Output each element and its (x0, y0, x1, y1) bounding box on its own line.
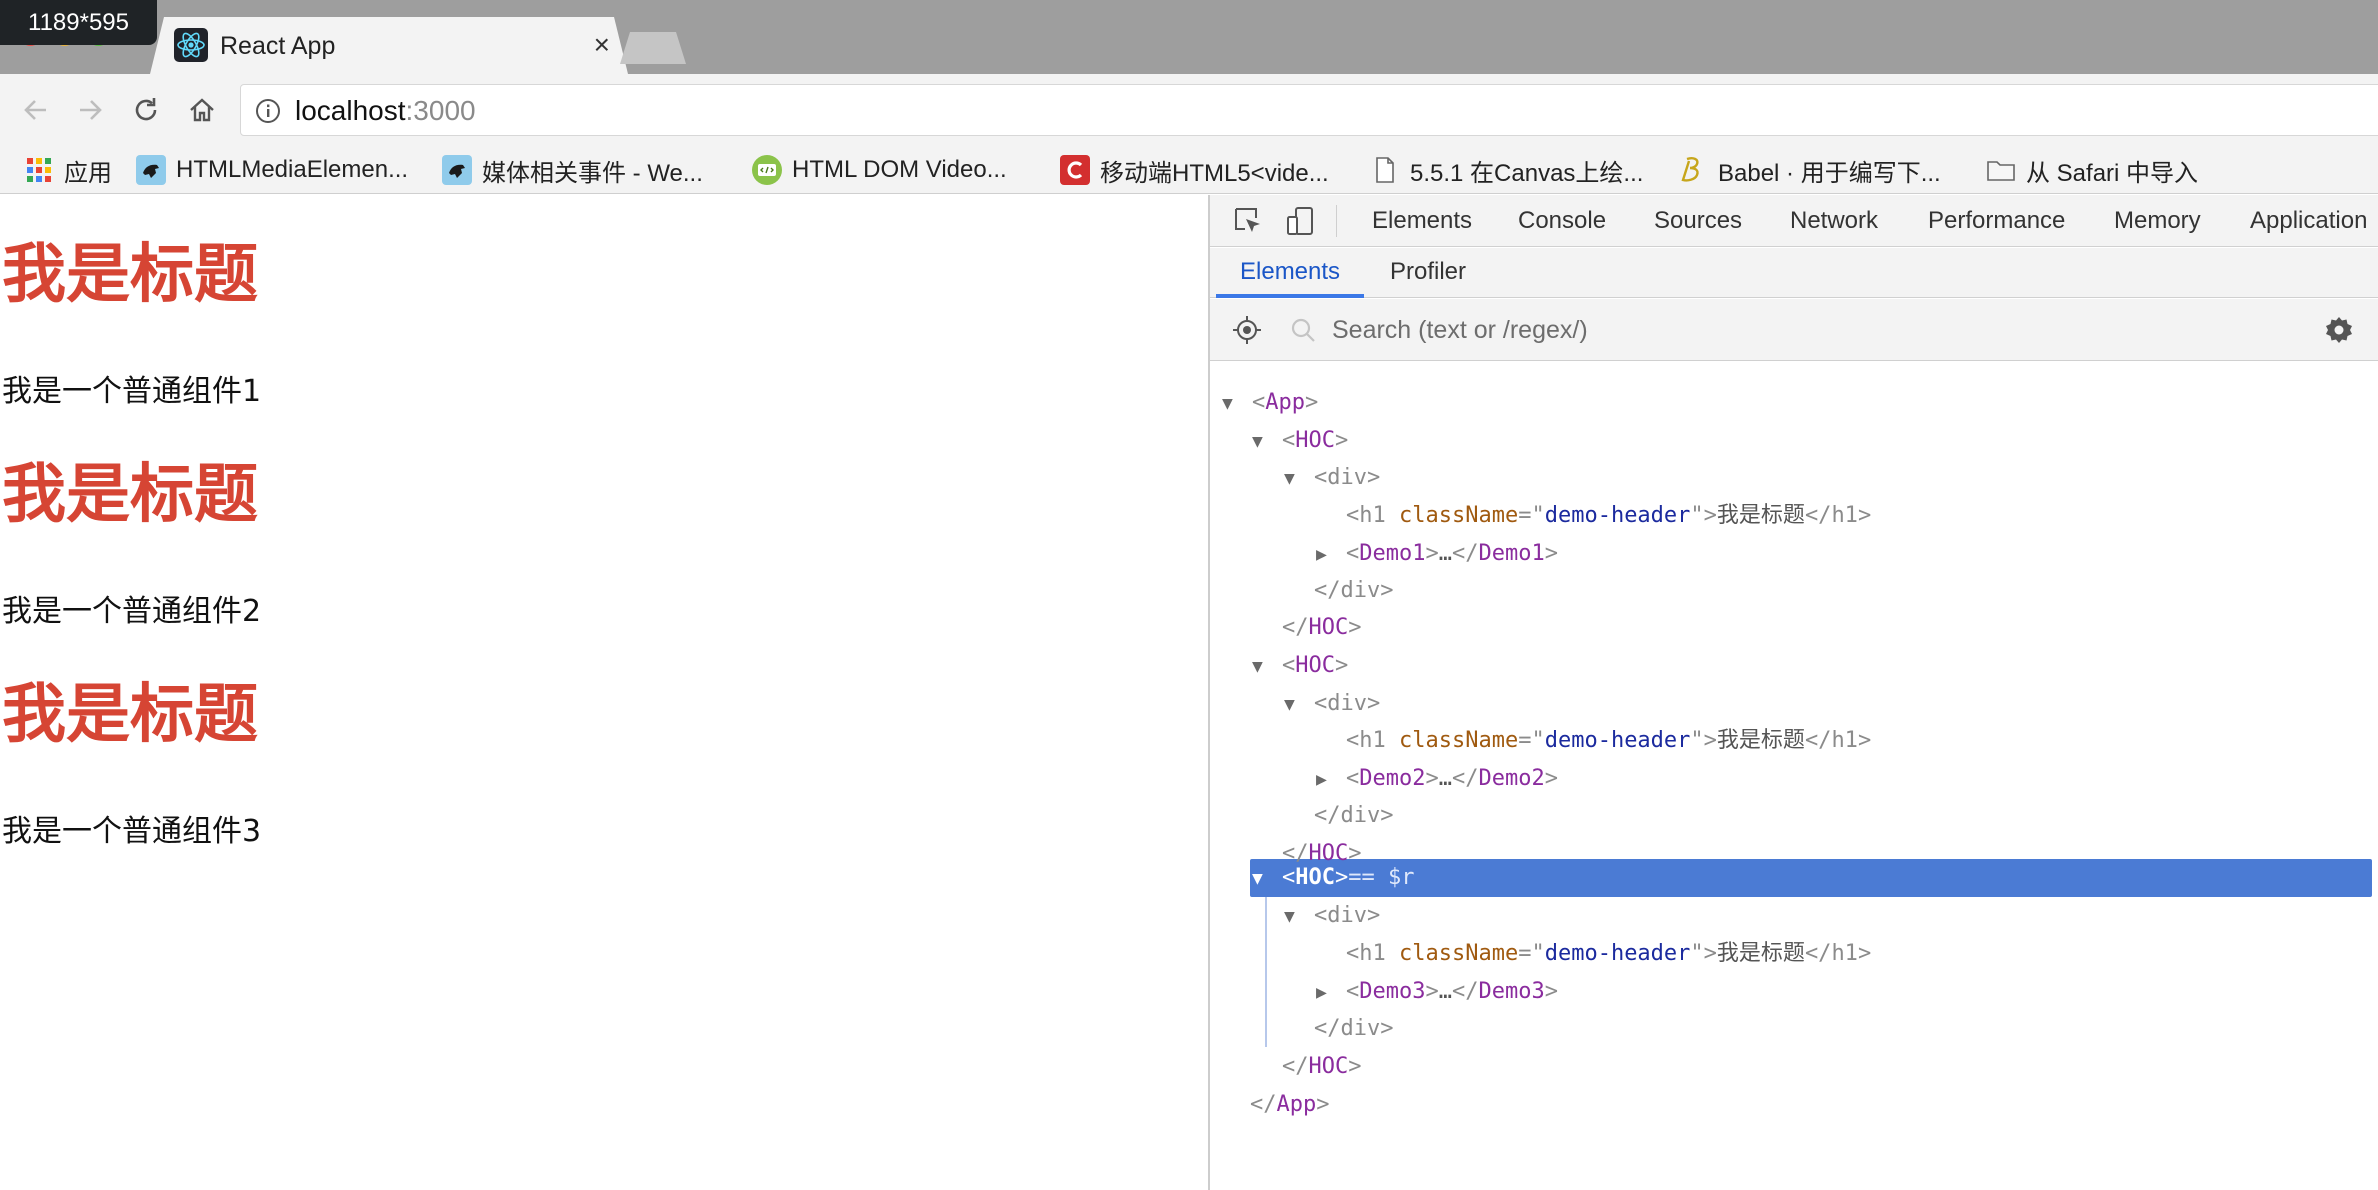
folder-icon (1986, 155, 2016, 185)
devtools-tab-network[interactable]: Network (1790, 195, 1878, 247)
devtools-tab-sources[interactable]: Sources (1654, 195, 1742, 247)
bookmark-apps[interactable]: 应用 (24, 150, 112, 190)
inspect-element-icon[interactable] (1232, 205, 1264, 237)
subtab-elements[interactable]: Elements (1216, 248, 1365, 298)
subtab-profiler[interactable]: Profiler (1390, 248, 1466, 298)
mdn-dino-icon (136, 155, 166, 185)
demo-header: 我是标题 (2, 238, 258, 312)
mdn-dino-icon (442, 155, 472, 185)
browser-toolbar: localhost:3000 (0, 74, 2378, 146)
devtools-tab-memory[interactable]: Memory (2114, 195, 2201, 247)
tree-node-demo1[interactable]: ▶ <Demo1>…</Demo1> (1316, 535, 1558, 573)
tree-node-div[interactable]: ▼ <div> (1284, 685, 1380, 723)
address-bar[interactable]: localhost:3000 (240, 84, 2378, 136)
react-devtools-subtabs: Elements Profiler (1210, 248, 2378, 298)
tree-node-hoc-close: </HOC> (1282, 615, 1362, 640)
w3schools-icon (752, 155, 782, 185)
csdn-c-icon (1060, 155, 1090, 185)
tree-node-div-close: </div> (1314, 803, 1394, 828)
babel-icon (1678, 155, 1708, 185)
bookmark-label: 媒体相关事件 - We... (482, 159, 703, 187)
bookmark-label: 从 Safari 中导入 (2026, 159, 2199, 187)
demo-header: 我是标题 (2, 678, 258, 752)
devtools-search-bar (1210, 299, 2378, 361)
tree-node-div-close: </div> (1314, 578, 1394, 603)
info-icon[interactable] (255, 98, 281, 124)
component-search-input[interactable] (1332, 311, 2212, 349)
locate-target-icon[interactable] (1232, 315, 1262, 345)
devtools-tab-bar: Elements Console Sources Network Perform… (1210, 195, 2378, 247)
url-host: localhost (295, 95, 406, 126)
apps-grid-icon (24, 155, 54, 185)
toolbar-divider (1336, 205, 1337, 237)
bookmark-folder-safari-import[interactable]: 从 Safari 中导入 (1986, 150, 2198, 190)
bookmark-html-dom-video[interactable]: HTML DOM Video... (752, 150, 1007, 190)
bookmark-label: Babel · 用于编写下... (1718, 159, 1941, 187)
tree-node-app-close: </App> (1250, 1092, 1330, 1117)
bookmark-babel[interactable]: Babel · 用于编写下... (1678, 150, 1941, 190)
tab-title: React App (220, 32, 336, 60)
bookmark-label: 移动端HTML5<vide... (1100, 159, 1329, 187)
devtools-tab-elements[interactable]: Elements (1372, 195, 1472, 247)
bookmark-media-events[interactable]: 媒体相关事件 - We... (442, 150, 703, 190)
tree-node-div[interactable]: ▼ <div> (1284, 459, 1380, 497)
bookmark-label: HTML DOM Video... (792, 156, 1007, 183)
back-arrow-icon[interactable] (16, 90, 56, 130)
devtools-panel: Elements Console Sources Network Perform… (1208, 195, 2378, 1190)
size-badge: 1189*595 (0, 0, 157, 45)
bookmarks-bar: 应用 HTMLMediaElemen... 媒体相关事件 - We... HTM… (0, 146, 2378, 194)
tree-node-hoc-close: </HOC> (1282, 1054, 1362, 1079)
tree-node-h1[interactable]: <h1 className="demo-header">我是标题</h1> (1346, 935, 1871, 973)
selected-row-highlight (1250, 859, 2372, 897)
selection-guide-line (1265, 897, 1267, 1047)
page-viewport: 我是标题 我是一个普通组件1 我是标题 我是一个普通组件2 我是标题 我是一个普… (0, 195, 1208, 1190)
reload-icon[interactable] (126, 90, 166, 130)
tree-node-hoc[interactable]: ▼ <HOC> (1252, 422, 1348, 460)
tab-react-app[interactable]: React App × (150, 17, 628, 74)
tree-node-hoc-selected[interactable]: ▼ <HOC>== $r (1252, 859, 1414, 897)
tree-node-app[interactable]: ▼ <App> (1222, 384, 1318, 422)
bookmark-label: HTMLMediaElemen... (176, 156, 409, 183)
tree-node-div-close: </div> (1314, 1016, 1394, 1041)
tree-node-demo2[interactable]: ▶ <Demo2>…</Demo2> (1316, 760, 1558, 798)
home-icon[interactable] (182, 90, 222, 130)
bookmark-label: 5.5.1 在Canvas上绘... (1410, 159, 1644, 187)
tree-node-hoc[interactable]: ▼ <HOC> (1252, 647, 1348, 685)
tab-strip: 1189*595 React App × (0, 0, 2378, 74)
forward-arrow-icon[interactable] (70, 90, 110, 130)
gear-icon[interactable] (2324, 315, 2354, 345)
device-toolbar-icon[interactable] (1284, 205, 1316, 237)
url-port: :3000 (405, 95, 476, 126)
react-logo-icon (174, 28, 208, 62)
bookmark-canvas-draw[interactable]: 5.5.1 在Canvas上绘... (1370, 150, 1643, 190)
demo-header: 我是标题 (2, 458, 258, 532)
new-tab-button[interactable] (620, 32, 686, 64)
devtools-tab-performance[interactable]: Performance (1928, 195, 2065, 247)
component-text-3: 我是一个普通组件3 (2, 814, 262, 849)
tree-node-div[interactable]: ▼ <div> (1284, 897, 1380, 935)
tree-node-h1[interactable]: <h1 className="demo-header">我是标题</h1> (1346, 722, 1871, 760)
devtools-tab-application[interactable]: Application (2250, 195, 2367, 247)
document-icon (1370, 155, 1400, 185)
bookmark-mobile-html5-video[interactable]: 移动端HTML5<vide... (1060, 150, 1329, 190)
component-text-2: 我是一个普通组件2 (2, 594, 262, 629)
bookmark-htmlmediaelement[interactable]: HTMLMediaElemen... (136, 150, 408, 190)
search-icon (1290, 317, 1316, 343)
url-text[interactable]: localhost:3000 (295, 93, 476, 129)
tree-node-h1[interactable]: <h1 className="demo-header">我是标题</h1> (1346, 497, 1871, 535)
bookmark-label: 应用 (64, 159, 112, 187)
devtools-tab-console[interactable]: Console (1518, 195, 1606, 247)
tab-close-icon[interactable]: × (594, 29, 610, 61)
tree-node-demo3[interactable]: ▶ <Demo3>…</Demo3> (1316, 973, 1558, 1011)
component-text-1: 我是一个普通组件1 (2, 374, 262, 409)
